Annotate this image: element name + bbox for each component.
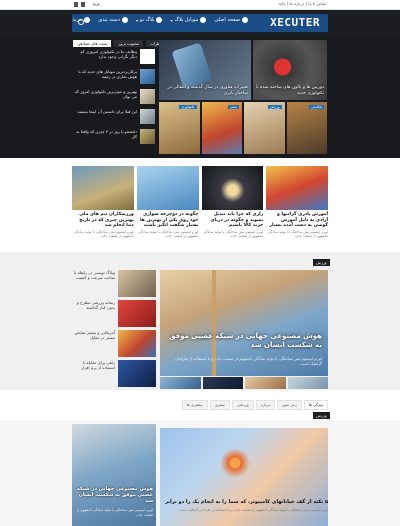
featured-posts: آموزش پادری گرانبها و آزادی به دلیل آموز…: [72, 166, 328, 248]
thumbnail-image: [140, 89, 155, 104]
tab-random[interactable]: پست های تصادفی: [73, 40, 112, 47]
section-label: ورزش: [313, 259, 330, 266]
nav-home[interactable]: صفحه اصلی: [214, 17, 248, 23]
social-icons: [74, 2, 85, 7]
section-list: وبلاگ نویسی در رابطه با ساخت سرعت و کیفی…: [72, 270, 156, 390]
thumbnail-image[interactable]: [245, 377, 286, 389]
post-image: [136, 166, 199, 210]
post-image: [201, 166, 264, 210]
thumbnail-image[interactable]: [202, 377, 243, 389]
post-card[interactable]: رازی که چرا باید تبدیل بشوید و چگونه در …: [201, 166, 264, 248]
hero-grid: عکاسی ورزش سفر تکنولوژی: [159, 102, 327, 154]
top-bar: ورود تماس با ما | درباره ما | خانه: [0, 0, 400, 10]
list-item[interactable]: این قبلا برای دانستن آن اینجا نیستند: [73, 109, 155, 126]
list-item[interactable]: وظایف ما در تکنولوژی امروزی که دیگر نگرا…: [73, 49, 155, 66]
tab-sport[interactable]: ورزشی: [231, 400, 254, 410]
nav-mobile-blog[interactable]: موبایل بلاگ ▾: [170, 17, 207, 23]
facebook-icon[interactable]: [74, 2, 78, 7]
tab-features[interactable]: ویژگی ها: [303, 400, 328, 410]
grid-post[interactable]: تکنولوژی: [159, 102, 200, 154]
category-tabs: ویژگی ها رمز عبور درباره ورزشی سفری بیشت…: [72, 400, 328, 410]
section-main-post[interactable]: هوش مصنوعی جهانی در شبکه عصبی موفق به شک…: [160, 270, 328, 376]
thumbnail-image: [118, 360, 156, 387]
site-header: XECUTER صفحه اصلی موبایل بلاگ ▾ بلاگ نو ▾ …: [0, 10, 400, 36]
hero-section: پست های تصادفی محبوب ترین نظرات وظایف ما…: [0, 36, 400, 158]
nav-new-blog[interactable]: بلاگ نو ▾: [136, 17, 163, 23]
home-icon: [242, 17, 248, 23]
post-image: [266, 166, 328, 210]
search-icon[interactable]: [78, 19, 84, 25]
tab-more[interactable]: بیشتری ها: [181, 400, 208, 410]
chevron-down-icon: ▾: [136, 17, 139, 23]
login-link[interactable]: ورود: [92, 1, 100, 6]
top-links[interactable]: تماس با ما | درباره ما | خانه: [279, 1, 326, 6]
post-image: [72, 166, 134, 210]
globe-icon: [156, 17, 163, 23]
site-logo[interactable]: XECUTER: [270, 16, 320, 29]
thumbnail-image[interactable]: [160, 377, 201, 389]
phone-image: [171, 42, 213, 90]
post-title[interactable]: ۵ نکته از گف خیابانهای کامپیوتر، که شما …: [160, 499, 328, 505]
android-icon: [200, 17, 207, 23]
tab-about[interactable]: درباره: [255, 400, 276, 410]
thumbnail-image: [118, 270, 156, 297]
list-item[interactable]: وبلاگ نویسی در رابطه با ساخت سرعت و کیفی…: [72, 270, 156, 299]
cart-icon: [84, 17, 91, 23]
main-nav: صفحه اصلی موبایل بلاگ ▾ بلاگ نو ▾ دسته بند…: [73, 17, 248, 23]
hero-side-list: وظایف ما در تکنولوژی امروزی که دیگر نگرا…: [73, 49, 155, 149]
post-card[interactable]: چگونه در دوچرخه سواری خود روی یکی از بهت…: [136, 166, 199, 248]
section-left-post[interactable]: هوش مصنوعی جهانی در شبکه عصبی موفق به شک…: [72, 424, 156, 526]
thumbnail-image: [140, 109, 155, 124]
tab-travel[interactable]: سفری: [209, 400, 230, 410]
list-item[interactable]: راهی برای مقابله با استفاده از نرم افزار: [72, 360, 156, 389]
twitter-icon[interactable]: [81, 2, 85, 7]
tab-password[interactable]: رمز عبور: [277, 400, 302, 410]
thumbnail-image: [118, 300, 156, 327]
nav-categories[interactable]: دسته بندی: [98, 17, 129, 23]
tab-popular[interactable]: محبوب ترین: [114, 40, 143, 47]
post-card[interactable]: ورزشکاران تیم های ملی بهترین چیزی که در …: [72, 166, 134, 248]
thumbnail-image[interactable]: [287, 377, 328, 389]
list-item[interactable]: پرکاربردترین موبایل های جدید که با هوش ت…: [73, 69, 155, 86]
grid-icon: [122, 17, 129, 23]
header-bar: XECUTER صفحه اصلی موبایل بلاگ ▾ بلاگ نو ▾ …: [72, 14, 328, 32]
hero-second-post[interactable]: دوربین ها و بالون های ساخته شده با تکنول…: [253, 40, 327, 100]
thumbnail-image: [140, 129, 155, 144]
thumbnail-image: [118, 330, 156, 357]
grid-post[interactable]: عکاسی: [286, 102, 327, 154]
hero-featured-post[interactable]: تغییرات فناوری در سال گذشته و انتقالی در…: [159, 40, 251, 100]
list-item[interactable]: آمریکایی و بیشتر نمایش بیشتر در مقابل: [72, 330, 156, 359]
thumbnail-image: [140, 69, 155, 84]
section-thumbs: [160, 377, 328, 389]
list-item[interactable]: رسانه ورزشی مطرح و بدون کنار گذاشته: [72, 300, 156, 329]
page: ورود تماس با ما | درباره ما | خانه XECUT…: [0, 0, 400, 526]
list-item[interactable]: بهترین و موثرترین تکنولوژی امروز که می ت…: [73, 89, 155, 106]
flower-image: [220, 448, 250, 478]
list-item[interactable]: دانشجو یا روز در ۳ چیزی که واقعا به کار: [73, 129, 155, 146]
grid-post[interactable]: سفر: [201, 102, 242, 154]
post-excerpt: لورم ایپسوم متن ساختگی با تولید سادگی نا…: [179, 508, 328, 512]
chevron-down-icon: ▾: [170, 17, 173, 23]
hero-tabs: پست های تصادفی محبوب ترین نظرات: [73, 40, 166, 47]
post-card[interactable]: آموزش پادری گرانبها و آزادی به دلیل آموز…: [266, 166, 328, 248]
grid-post[interactable]: ورزش: [244, 102, 285, 154]
section-label: ورزش: [313, 412, 330, 419]
thumbnail-image: [140, 49, 155, 64]
